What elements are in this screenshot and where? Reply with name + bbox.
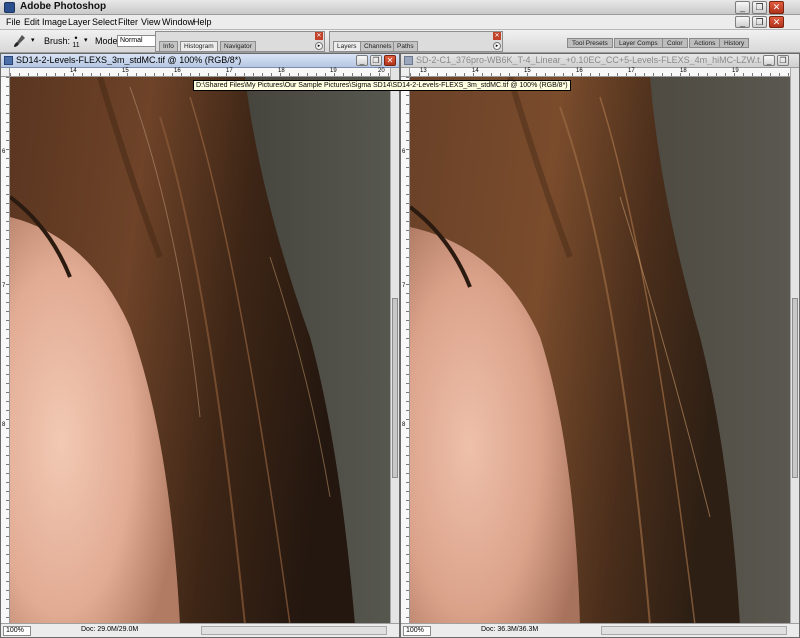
document-icon	[404, 56, 413, 65]
document-close-button[interactable]: ✕	[384, 55, 396, 66]
menu-bar: File Edit Image Layer Select Filter View…	[0, 15, 800, 30]
ruler-tick-label: 13	[420, 68, 427, 74]
horizontal-scrollbar[interactable]	[201, 626, 387, 635]
tab-color[interactable]: Color	[662, 38, 688, 48]
document-window-left[interactable]: SD14-2-Levels-FLEXS_3m_stdMC.tif @ 100% …	[0, 53, 400, 638]
tab-info[interactable]: Info	[159, 41, 178, 51]
ruler-tick-label: 18	[278, 68, 285, 74]
info-histogram-palette: ✕ ▸ Info Histogram Navigator	[155, 31, 325, 52]
zoom-field[interactable]: 100%	[3, 626, 31, 636]
ruler-tick-label: 14	[472, 68, 479, 74]
tab-tool-presets[interactable]: Tool Presets	[567, 38, 613, 48]
ruler-tick-label: 8	[2, 422, 6, 428]
document-title-bar[interactable]: SD-2-C1_376pro-WB6K_T-4_Linear_+0.10EC_C…	[401, 54, 799, 68]
document-title: SD-2-C1_376pro-WB6K_T-4_Linear_+0.10EC_C…	[416, 55, 761, 65]
ruler-tick-label: 16	[174, 68, 181, 74]
menu-image[interactable]: Image	[42, 17, 67, 27]
document-status-bar: 100% Doc: 29.0M/29.0M	[1, 623, 399, 637]
tab-navigator[interactable]: Navigator	[220, 41, 256, 51]
horizontal-ruler[interactable]: 13 14 15 16 17 18 19	[410, 68, 790, 77]
ruler-tick-label: 19	[732, 68, 739, 74]
ruler-tick-label: 15	[524, 68, 531, 74]
ruler-tick-label: 18	[680, 68, 687, 74]
brush-dot-icon: •	[74, 33, 78, 43]
vertical-scrollbar[interactable]	[790, 68, 799, 623]
app-title: Adobe Photoshop	[20, 1, 107, 12]
brush-label: Brush:	[44, 36, 71, 46]
document-minimize-button[interactable]: _	[763, 55, 775, 66]
brush-size: 11	[72, 42, 80, 49]
layers-palette: ✕ ▸ Layers Channels Paths	[329, 31, 503, 52]
document-icon	[4, 56, 13, 65]
document-minimize-button[interactable]: _	[356, 55, 368, 66]
ruler-tick-label: 20	[378, 68, 385, 74]
ruler-origin[interactable]	[401, 68, 410, 77]
vertical-scrollbar[interactable]	[390, 68, 399, 623]
doc-minimize-button[interactable]: _	[735, 16, 750, 28]
menu-select[interactable]: Select	[92, 17, 117, 27]
brush-tool-icon[interactable]	[13, 34, 27, 48]
vertical-ruler[interactable]: 6 7 8	[1, 77, 10, 623]
tab-channels[interactable]: Channels	[360, 41, 396, 51]
vertical-ruler[interactable]: 6 7 8	[401, 77, 410, 623]
ruler-origin[interactable]	[1, 68, 10, 77]
app-title-bar: Adobe Photoshop _ ❐ ✕	[0, 0, 800, 15]
document-window-right[interactable]: SD-2-C1_376pro-WB6K_T-4_Linear_+0.10EC_C…	[400, 53, 800, 638]
document-title-bar[interactable]: SD14-2-Levels-FLEXS_3m_stdMC.tif @ 100% …	[1, 54, 399, 68]
app-restore-button[interactable]: ❐	[752, 1, 767, 14]
horizontal-ruler[interactable]: 14 15 16 17 18 19 20	[10, 68, 390, 77]
image-canvas[interactable]	[10, 77, 390, 623]
menu-file[interactable]: File	[6, 17, 21, 27]
document-maximize-button[interactable]: ❐	[777, 55, 789, 66]
ruler-tick-label: 6	[2, 149, 6, 155]
document-maximize-button[interactable]: ❐	[370, 55, 382, 66]
scrollbar-thumb[interactable]	[392, 298, 398, 478]
tab-layers[interactable]: Layers	[333, 41, 361, 51]
doc-close-button[interactable]: ✕	[769, 16, 784, 28]
ruler-tick-label: 7	[402, 283, 406, 289]
tab-layer-comps[interactable]: Layer Comps	[614, 38, 663, 48]
document-size[interactable]: Doc: 29.0M/29.0M	[81, 626, 138, 633]
tab-history[interactable]: History	[719, 38, 750, 48]
scrollbar-thumb[interactable]	[792, 298, 798, 478]
tab-actions[interactable]: Actions	[689, 38, 721, 48]
image-canvas[interactable]	[410, 77, 790, 623]
menu-view[interactable]: View	[141, 17, 160, 27]
palette-close-icon[interactable]: ✕	[315, 32, 323, 40]
ruler-tick-label: 6	[402, 149, 406, 155]
brush-picker[interactable]: • 11	[71, 33, 81, 50]
menu-window[interactable]: Window	[162, 17, 194, 27]
menu-filter[interactable]: Filter	[118, 17, 138, 27]
ruler-tick-label: 17	[226, 68, 233, 74]
document-title: SD14-2-Levels-FLEXS_3m_stdMC.tif @ 100% …	[16, 55, 242, 65]
doc-restore-button[interactable]: ❐	[752, 16, 767, 28]
portrait-photo	[410, 77, 790, 623]
ruler-tick-label: 19	[330, 68, 337, 74]
portrait-photo	[10, 77, 390, 623]
ruler-tick-label: 14	[70, 68, 77, 74]
ruler-tick-label: 17	[628, 68, 635, 74]
file-path-tooltip: D:\Shared Files\My Pictures\Our Sample P…	[193, 80, 571, 91]
mode-select[interactable]: Normal	[117, 35, 157, 47]
ruler-tick-label: 8	[402, 422, 406, 428]
ruler-tick-label: 16	[576, 68, 583, 74]
app-close-button[interactable]: ✕	[769, 1, 784, 14]
tool-preset-arrow[interactable]: ▾	[31, 36, 35, 44]
document-size[interactable]: Doc: 36.3M/36.3M	[481, 626, 538, 633]
menu-edit[interactable]: Edit	[24, 17, 40, 27]
brush-picker-arrow[interactable]: ▾	[84, 36, 88, 44]
ruler-tick-label: 7	[2, 283, 6, 289]
tab-histogram[interactable]: Histogram	[180, 41, 218, 51]
palette-close-icon[interactable]: ✕	[493, 32, 501, 40]
zoom-field[interactable]: 100%	[403, 626, 431, 636]
app-minimize-button[interactable]: _	[735, 1, 750, 14]
ruler-tick-label: 15	[122, 68, 129, 74]
document-status-bar: 100% Doc: 36.3M/36.3M	[401, 623, 799, 637]
photoshop-app-icon	[4, 2, 15, 13]
menu-help[interactable]: Help	[193, 17, 212, 27]
tab-paths[interactable]: Paths	[393, 41, 418, 51]
horizontal-scrollbar[interactable]	[601, 626, 787, 635]
menu-layer[interactable]: Layer	[68, 17, 91, 27]
